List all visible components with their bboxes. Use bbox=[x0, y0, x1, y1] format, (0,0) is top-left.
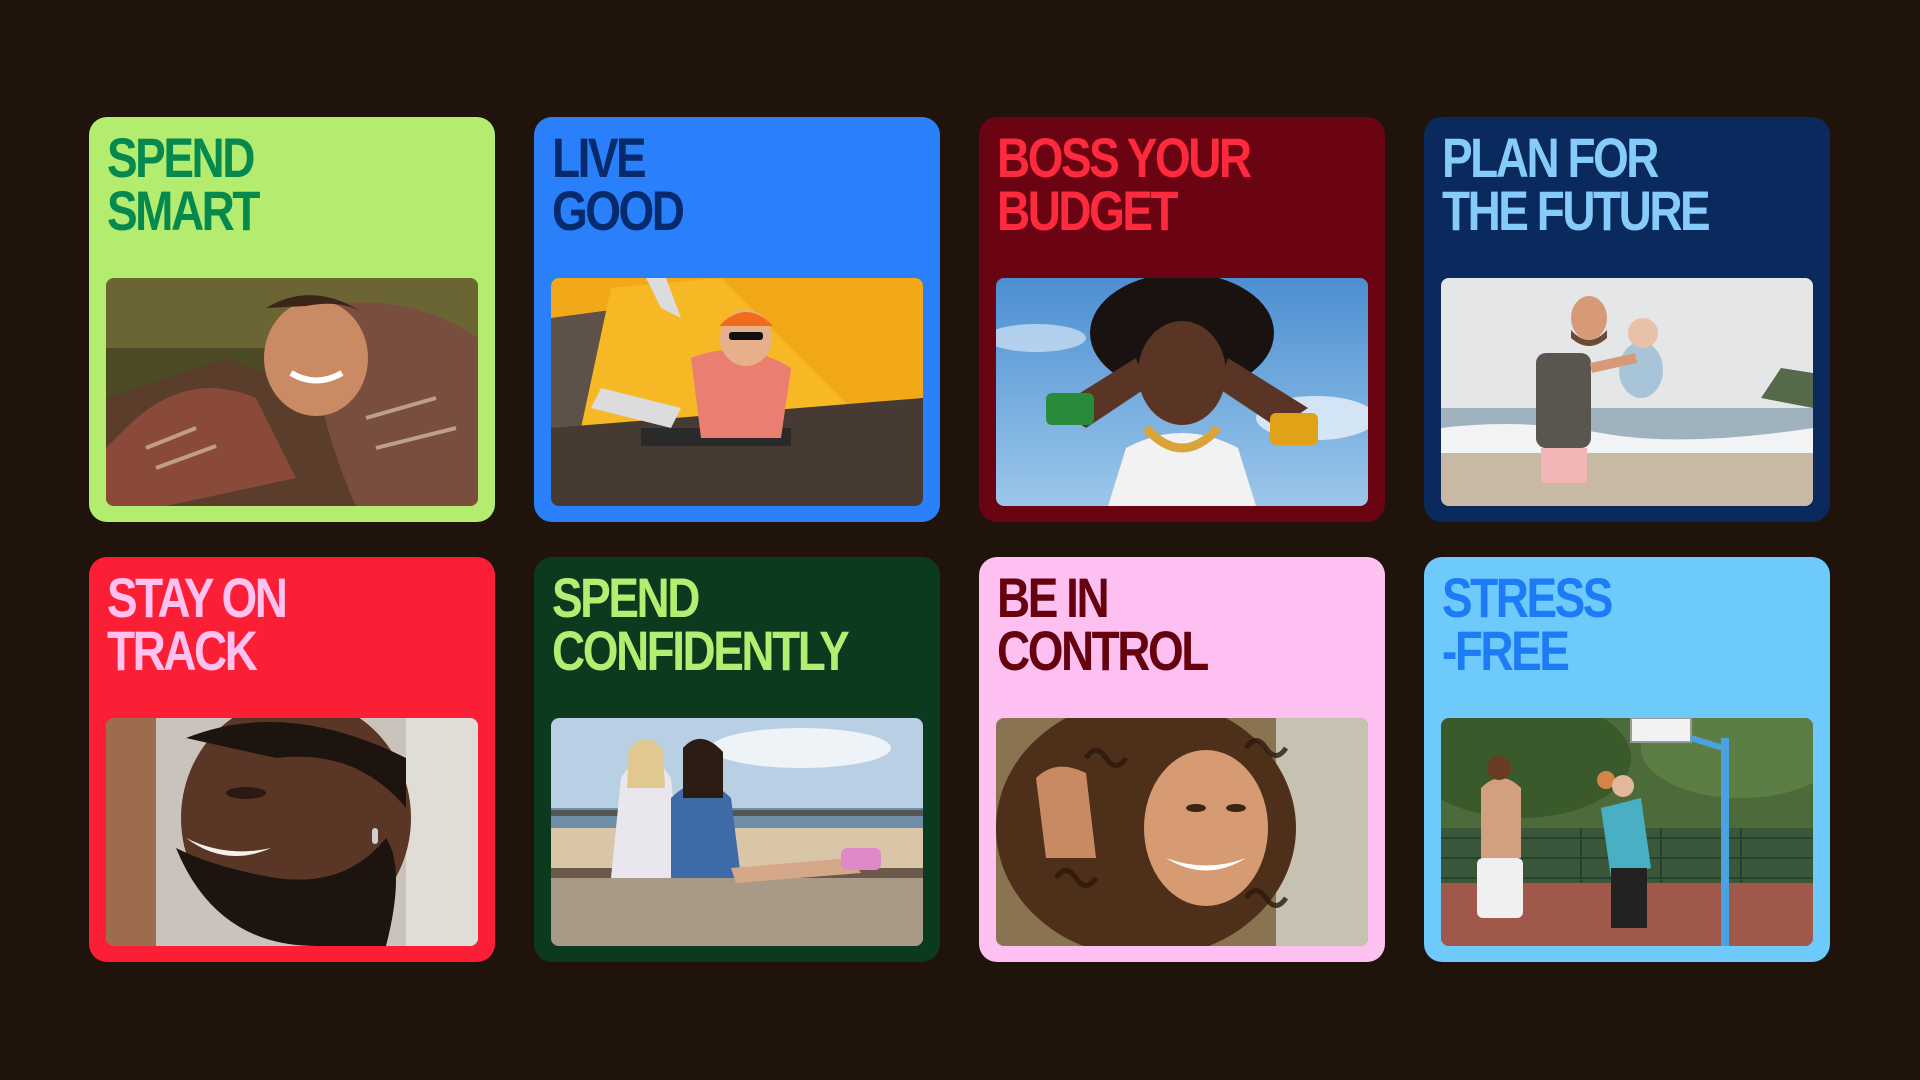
card-title-line-2: SMART bbox=[107, 179, 260, 242]
photo-woman-knit-sweater-lying-on-grass bbox=[106, 278, 478, 506]
card-title-line-1: LIVE bbox=[552, 126, 647, 189]
card-stress-free[interactable]: STRESS -FREE bbox=[1424, 557, 1830, 962]
card-boss-your-budget[interactable]: BOSS YOUR BUDGET bbox=[979, 117, 1385, 522]
card-title-line-2: TRACK bbox=[107, 619, 258, 682]
card-stay-on-track[interactable]: STAY ON TRACK bbox=[89, 557, 495, 962]
photo-father-lifting-baby-on-beach bbox=[1441, 278, 1813, 506]
card-title-line-1: STRESS bbox=[1442, 566, 1613, 629]
photo-two-women-sitting-on-boardwalk bbox=[551, 718, 923, 946]
card-title-line-2: GOOD bbox=[552, 179, 685, 242]
card-grid: SPEND SMART LIVE GOOD BOSS YOUR BUDGET P… bbox=[89, 117, 1830, 962]
card-title: BE IN CONTROL bbox=[997, 566, 1307, 682]
card-title-line-1: PLAN FOR bbox=[1442, 126, 1659, 189]
card-title: STAY ON TRACK bbox=[107, 566, 417, 682]
card-title-line-1: SPEND bbox=[107, 126, 255, 189]
card-title-line-1: BOSS YOUR bbox=[997, 126, 1252, 189]
card-title: SPEND SMART bbox=[107, 126, 417, 242]
card-plan-for-the-future[interactable]: PLAN FOR THE FUTURE bbox=[1424, 117, 1830, 522]
card-be-in-control[interactable]: BE IN CONTROL bbox=[979, 557, 1385, 962]
photo-woman-with-bracelets-under-blue-sky bbox=[996, 278, 1368, 506]
photo-woman-camping-in-front-of-yellow-tent bbox=[551, 278, 923, 506]
card-title-line-2: CONFIDENTLY bbox=[552, 619, 850, 682]
card-title-line-2: THE FUTURE bbox=[1442, 179, 1711, 242]
card-title-line-1: BE IN bbox=[997, 566, 1110, 629]
card-title-line-1: STAY ON bbox=[107, 566, 288, 629]
card-title: LIVE GOOD bbox=[552, 126, 862, 242]
card-spend-smart[interactable]: SPEND SMART bbox=[89, 117, 495, 522]
photo-smiling-woman-curly-hair bbox=[996, 718, 1368, 946]
card-title: SPEND CONFIDENTLY bbox=[552, 566, 862, 682]
card-title-line-2: CONTROL bbox=[997, 619, 1209, 682]
photo-basketball-court-friends bbox=[1441, 718, 1813, 946]
photo-smiling-bearded-man bbox=[106, 718, 478, 946]
card-spend-confidently[interactable]: SPEND CONFIDENTLY bbox=[534, 557, 940, 962]
card-title: BOSS YOUR BUDGET bbox=[997, 126, 1307, 242]
card-live-good[interactable]: LIVE GOOD bbox=[534, 117, 940, 522]
card-title: PLAN FOR THE FUTURE bbox=[1442, 126, 1752, 242]
card-title-line-2: -FREE bbox=[1442, 619, 1570, 682]
card-title-line-1: SPEND bbox=[552, 566, 700, 629]
card-title: STRESS -FREE bbox=[1442, 566, 1752, 682]
card-title-line-2: BUDGET bbox=[997, 179, 1179, 242]
